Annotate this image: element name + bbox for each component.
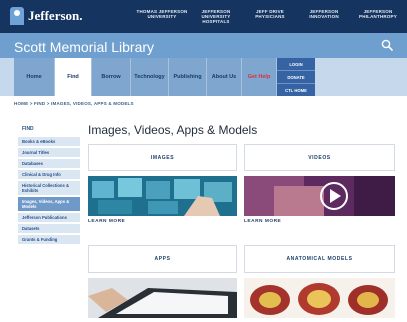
sidebar-item-datasets[interactable]: Datasets bbox=[18, 224, 80, 235]
nav-home[interactable]: Home bbox=[14, 58, 55, 96]
top-link-hospitals[interactable]: JEFFERSON UNIVERSITY HOSPITALS bbox=[189, 9, 243, 24]
nav-borrow[interactable]: Borrow bbox=[92, 58, 131, 96]
sidebar-item-databases[interactable]: Databases bbox=[18, 159, 80, 170]
images-card-photo[interactable] bbox=[88, 176, 237, 216]
top-link-philanthropy[interactable]: JEFFERSON PHILANTHROPY bbox=[351, 9, 405, 24]
models-card-photo[interactable] bbox=[244, 278, 395, 318]
breadcrumb[interactable]: HOME > FIND > IMAGES, VIDEOS, APPS & MOD… bbox=[14, 101, 134, 106]
nav-find[interactable]: Find bbox=[55, 58, 92, 96]
top-link-tju[interactable]: THOMAS JEFFERSON UNIVERSITY bbox=[135, 9, 189, 24]
top-link-physicians[interactable]: JEFF DRIVE PHYSICIANS bbox=[243, 9, 297, 24]
videos-learn-more-link[interactable]: LEARN MORE bbox=[244, 219, 281, 224]
main-navigation: Home Find Borrow Technology Publishing A… bbox=[0, 58, 407, 96]
apps-card-header[interactable]: APPS bbox=[88, 245, 237, 273]
nav-technology[interactable]: Technology bbox=[131, 58, 169, 96]
university-top-bar: Jefferson. THOMAS JEFFERSON UNIVERSITY JE… bbox=[0, 0, 407, 33]
models-card-header[interactable]: ANATOMICAL MODELS bbox=[244, 245, 395, 273]
ctl-home-link[interactable]: CTL HOME bbox=[277, 84, 315, 96]
jefferson-logo-icon bbox=[10, 7, 24, 25]
videos-card-title: VIDEOS bbox=[308, 155, 331, 161]
logo-text: Jefferson. bbox=[28, 8, 83, 23]
site-title[interactable]: Scott Memorial Library bbox=[14, 39, 154, 55]
images-learn-more-link[interactable]: LEARN MORE bbox=[88, 219, 125, 224]
images-card-title: IMAGES bbox=[150, 155, 175, 161]
nav-publishing[interactable]: Publishing bbox=[169, 58, 207, 96]
jefferson-logo[interactable]: Jefferson. bbox=[10, 6, 83, 26]
sidebar-item-images[interactable]: Images, Videos, Apps & Models bbox=[18, 197, 80, 213]
models-card-title: ANATOMICAL MODELS bbox=[286, 256, 353, 262]
donate-link[interactable]: DONATE bbox=[277, 71, 315, 84]
videos-card-header[interactable]: VIDEOS bbox=[244, 144, 395, 171]
library-title-bar: Scott Memorial Library bbox=[0, 33, 407, 58]
find-sidebar: FIND Books & eBooks Journal Titles Datab… bbox=[18, 123, 80, 246]
images-card-header[interactable]: IMAGES bbox=[88, 144, 237, 171]
apps-card-photo[interactable] bbox=[88, 278, 237, 318]
search-icon[interactable] bbox=[381, 39, 393, 51]
videos-card-photo[interactable] bbox=[244, 176, 395, 216]
sidebar-item-publications[interactable]: Jefferson Publications bbox=[18, 213, 80, 224]
apps-card-title: APPS bbox=[154, 256, 171, 262]
sidebar-item-grants[interactable]: Grants & Funding bbox=[18, 235, 80, 246]
nav-about-us[interactable]: About Us bbox=[207, 58, 242, 96]
top-links: THOMAS JEFFERSON UNIVERSITY JEFFERSON UNI… bbox=[135, 9, 405, 24]
login-link[interactable]: LOGIN bbox=[277, 58, 315, 71]
sidebar-item-clinical[interactable]: Clinical & Drug Info bbox=[18, 170, 80, 181]
sidebar-heading[interactable]: FIND bbox=[18, 123, 80, 137]
nav-get-help[interactable]: Get Help bbox=[242, 58, 277, 96]
nav-account-links: LOGIN DONATE CTL HOME bbox=[277, 58, 315, 96]
sidebar-item-books[interactable]: Books & eBooks bbox=[18, 137, 80, 148]
sidebar-item-journals[interactable]: Journal Titles bbox=[18, 148, 80, 159]
sidebar-item-historical[interactable]: Historical Collections & Exhibits bbox=[18, 181, 80, 197]
page-title: Images, Videos, Apps & Models bbox=[88, 123, 258, 137]
top-link-innovation[interactable]: JEFFERSON INNOVATION bbox=[297, 9, 351, 24]
